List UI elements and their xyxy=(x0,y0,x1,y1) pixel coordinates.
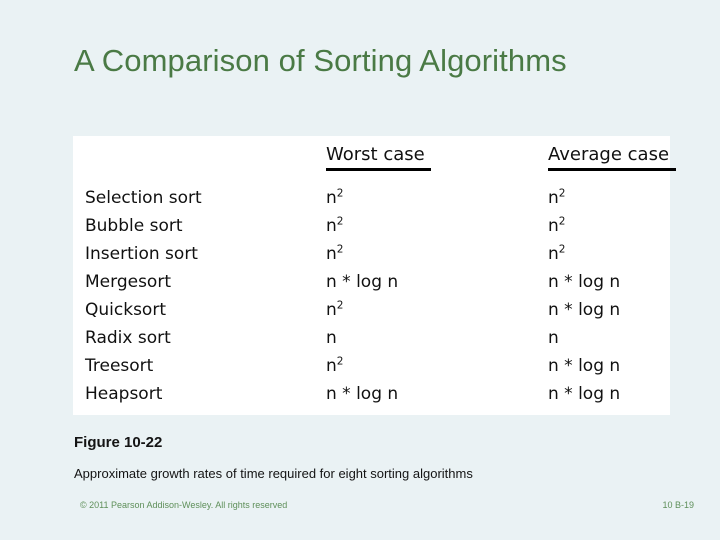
cell-algorithm-name: Treesort xyxy=(85,356,154,376)
cell-algorithm-name: Quicksort xyxy=(85,300,166,320)
table-row: Insertion sort n2 n2 xyxy=(73,240,670,268)
cell-average-case: n * log n xyxy=(548,384,621,404)
cell-algorithm-name: Radix sort xyxy=(85,328,171,348)
exponent: 2 xyxy=(336,299,344,312)
column-header-worst-case: Worst case xyxy=(326,144,431,171)
cell-algorithm-name: Selection sort xyxy=(85,188,202,208)
exponent: 2 xyxy=(336,187,344,200)
table-body: Selection sort n2 n2 Bubble sort n2 n2 Inserti… xyxy=(73,184,670,408)
slide: A Comparison of Sorting Algorithms Worst… xyxy=(0,0,720,540)
table-row: Quicksort n2 n * log n xyxy=(73,296,670,324)
copyright-notice: © 2011 Pearson Addison-Wesley. All right… xyxy=(80,500,288,510)
table-row: Selection sort n2 n2 xyxy=(73,184,670,212)
table-row: Heapsort n * log n n * log n xyxy=(73,380,670,408)
cell-average-case: n * log n xyxy=(548,272,621,292)
cell-average-case: n2 xyxy=(548,187,566,208)
table-row: Bubble sort n2 n2 xyxy=(73,212,670,240)
page-number: 10 B-19 xyxy=(662,500,694,510)
exponent: 2 xyxy=(336,355,344,368)
exponent: 2 xyxy=(336,243,344,256)
exponent: 2 xyxy=(558,215,566,228)
table-row: Mergesort n * log n n * log n xyxy=(73,268,670,296)
cell-algorithm-name: Heapsort xyxy=(85,384,163,404)
cell-average-case: n xyxy=(548,328,559,348)
page-title: A Comparison of Sorting Algorithms xyxy=(74,42,567,78)
cell-worst-case: n * log n xyxy=(326,384,399,404)
figure-label: Figure 10-22 xyxy=(74,434,163,451)
cell-worst-case: n2 xyxy=(326,299,344,320)
comparison-table: Worst case Average case Selection sort n2… xyxy=(73,136,676,415)
cell-average-case: n * log n xyxy=(548,300,621,320)
cell-algorithm-name: Mergesort xyxy=(85,272,171,292)
cell-worst-case: n2 xyxy=(326,187,344,208)
table-row: Radix sort n n xyxy=(73,324,670,352)
exponent: 2 xyxy=(336,215,344,228)
exponent: 2 xyxy=(558,187,566,200)
cell-average-case: n2 xyxy=(548,243,566,264)
figure-panel: Worst case Average case Selection sort n2… xyxy=(73,136,676,415)
cell-worst-case: n2 xyxy=(326,355,344,376)
cell-worst-case: n * log n xyxy=(326,272,399,292)
cell-worst-case: n2 xyxy=(326,215,344,236)
column-header-average-case: Average case xyxy=(548,144,676,171)
cell-worst-case: n2 xyxy=(326,243,344,264)
cell-algorithm-name: Insertion sort xyxy=(85,244,198,264)
cell-algorithm-name: Bubble sort xyxy=(85,216,183,236)
table-row: Treesort n2 n * log n xyxy=(73,352,670,380)
figure-caption: Approximate growth rates of time require… xyxy=(74,466,473,481)
cell-average-case: n2 xyxy=(548,215,566,236)
exponent: 2 xyxy=(558,243,566,256)
cell-average-case: n * log n xyxy=(548,356,621,376)
cell-worst-case: n xyxy=(326,328,337,348)
